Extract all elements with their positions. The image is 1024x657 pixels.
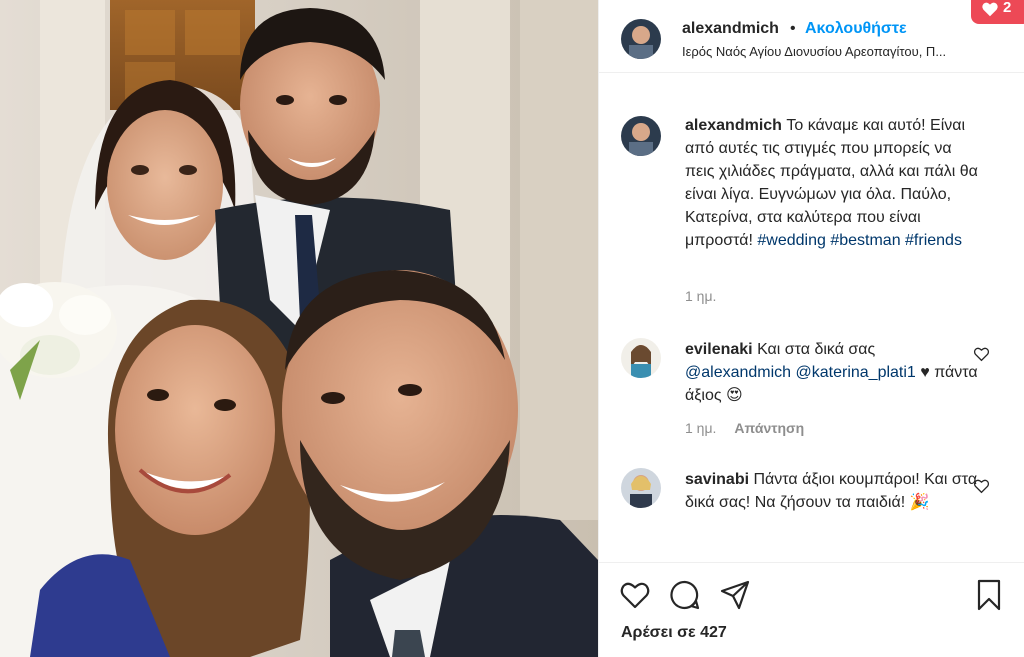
caption-hashtags[interactable]: #wedding #bestman #friends (757, 232, 962, 249)
comment-mentions[interactable]: @alexandmich @katerina_plati1 (685, 364, 916, 381)
post-location[interactable]: Ιερός Ναός Αγίου Διονυσίου Αρεοπαγίτου, … (682, 44, 1002, 59)
caption-avatar[interactable] (621, 116, 661, 156)
commenter-avatar[interactable] (621, 468, 661, 508)
caption-meta: 1 ημ. (685, 288, 716, 304)
caption-time[interactable]: 1 ημ. (685, 288, 716, 304)
caption-text: alexandmich Το κάναμε και αυτό! Είναι απ… (685, 114, 985, 252)
like-comment-icon[interactable] (973, 346, 990, 362)
share-send-icon[interactable] (719, 579, 751, 611)
heart-icon (982, 2, 998, 17)
post-photo[interactable] (0, 0, 598, 657)
separator-dot: • (790, 20, 796, 37)
comment-username[interactable]: savinabi (685, 471, 749, 488)
follow-button[interactable]: Ακολουθήστε (805, 20, 907, 38)
save-bookmark-icon[interactable] (973, 579, 1005, 611)
reply-button[interactable]: Απάντηση (734, 420, 804, 436)
comment-text: evilenaki Και στα δικά σας @alexandmich … (685, 338, 985, 407)
comments-list[interactable]: alexandmich Το κάναμε και αυτό! Είναι απ… (599, 74, 1024, 560)
likes-count[interactable]: Αρέσει σε 427 (621, 624, 727, 642)
author-avatar[interactable] (621, 19, 661, 59)
post-sidebar: alexandmich • Ακολουθήστε Ιερός Ναός Αγί… (598, 0, 1024, 657)
caption-username[interactable]: alexandmich (685, 117, 782, 134)
comment-time[interactable]: 1 ημ. (685, 420, 716, 436)
notification-badge[interactable]: 2 (971, 0, 1024, 24)
like-comment-icon[interactable] (973, 478, 990, 494)
notification-count: 2 (1003, 0, 1012, 16)
comment-username[interactable]: evilenaki (685, 341, 753, 358)
comment-meta: 1 ημ. Απάντηση (685, 420, 804, 436)
comment-bubble-icon[interactable] (669, 579, 701, 611)
comment-body-start: Και στα δικά σας (757, 341, 876, 358)
author-username[interactable]: alexandmich (682, 20, 779, 38)
comment-text: savinabi Πάντα άξιοι κουμπάροι! Και στα … (685, 468, 985, 514)
wedding-selfie-image (0, 0, 598, 657)
post-actions: Αρέσει σε 427 (599, 562, 1024, 657)
like-heart-icon[interactable] (619, 579, 651, 611)
commenter-avatar[interactable] (621, 338, 661, 378)
post-header: alexandmich • Ακολουθήστε Ιερός Ναός Αγί… (599, 0, 1024, 73)
caption-body: Το κάναμε και αυτό! Είναι από αυτές τις … (685, 117, 978, 249)
